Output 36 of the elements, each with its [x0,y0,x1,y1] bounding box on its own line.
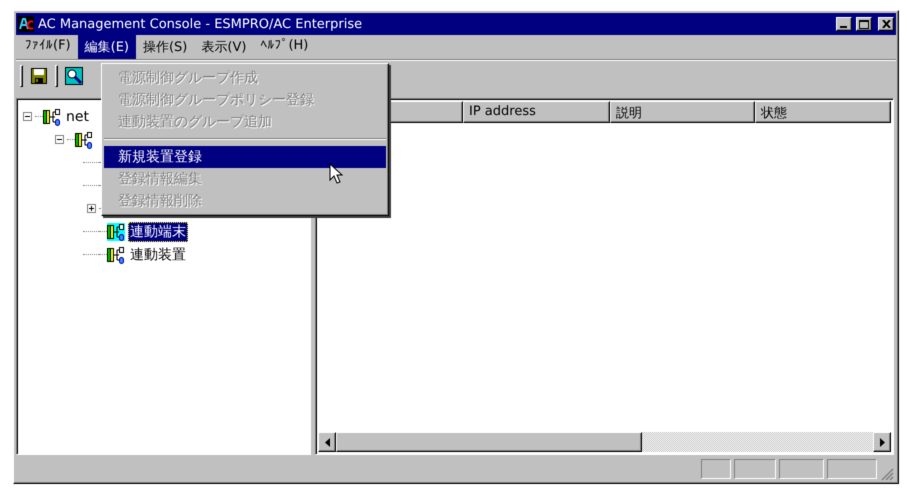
resize-grip-icon[interactable] [880,467,894,481]
scroll-left-icon[interactable] [324,438,330,446]
minimize-button[interactable] [836,17,852,31]
close-icon [882,20,890,28]
scroll-right-icon[interactable] [880,438,884,446]
menu-item[interactable]: 操作(S) [136,35,194,59]
status-pane [734,459,776,479]
tree-item[interactable]: 連動端末 [128,222,188,242]
collapse-icon[interactable] [22,112,32,121]
tree-item[interactable]: 連動装置 [128,244,188,264]
menu-item[interactable]: ﾌｧｲﾙ(F) [18,35,78,59]
menu-item[interactable]: 新規装置登録 [104,146,386,168]
maximize-icon [859,20,869,28]
expand-icon[interactable] [86,204,96,213]
tree-item[interactable]: net [64,108,91,126]
column-header[interactable]: IP address [463,101,610,123]
horizontal-scrollbar[interactable] [318,432,891,452]
network-icon [107,222,125,240]
pointer-icon [329,163,343,185]
column-header[interactable]: 説明 [610,101,755,123]
close-button[interactable] [878,17,894,31]
window-title: AC Management Console - ESMPRO/AC Enterprise [38,16,364,32]
network-icon [43,108,61,126]
network-icon [107,246,125,264]
status-pane [827,459,877,479]
menu-item[interactable]: 表示(V) [194,35,254,59]
column-header[interactable]: 状態 [755,101,891,123]
status-pane [701,459,731,479]
menu-item[interactable]: ﾍﾙﾌﾟ(H) [253,35,316,59]
maximize-button[interactable] [856,17,872,31]
search-button[interactable] [62,64,86,88]
network-icon [75,130,93,148]
menu-item[interactable]: 編集(E) [78,35,136,59]
status-pane [779,459,824,479]
app-logo-icon [18,16,34,32]
collapse-icon[interactable] [54,135,64,144]
